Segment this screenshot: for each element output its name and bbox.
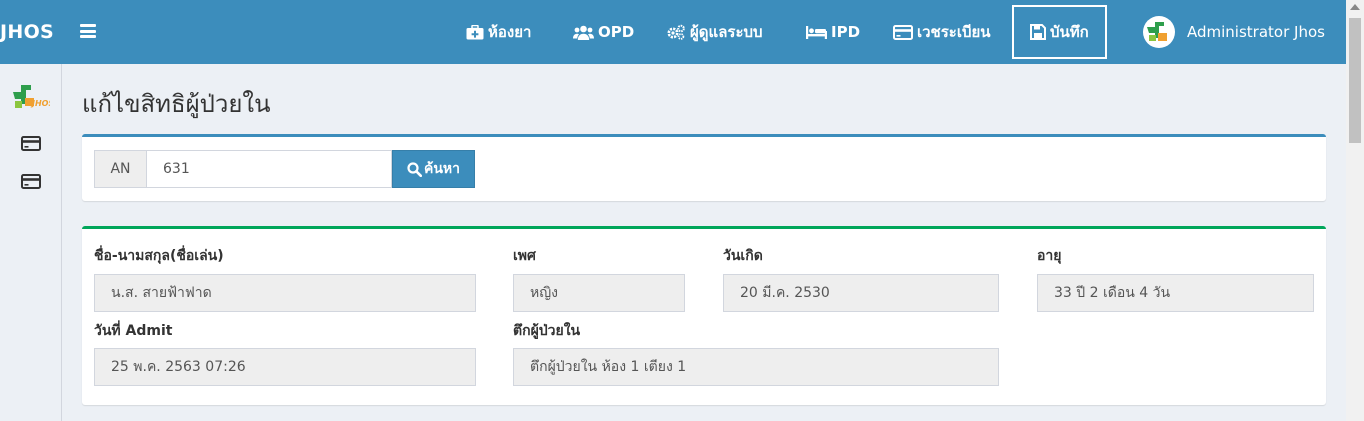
jhos-logo-icon: JHOS [13,85,54,108]
nav-ipd[interactable]: IPD [806,0,860,64]
scroll-up-icon[interactable] [1350,4,1360,10]
an-search-input[interactable] [147,150,392,188]
save-button[interactable]: บันทึก [1012,5,1107,59]
search-box: AN ค้นหา [82,134,1326,201]
nav-opd-label: OPD [598,23,635,41]
top-navbar: JHOS ห้องยา OPD ผู้ดูแลระบบ IPD เวชระเบี… [0,0,1346,64]
gender-label: เพศ [513,248,536,264]
an-search-group: AN ค้นหา [94,150,475,188]
users-icon [573,25,594,40]
age-label: อายุ [1037,248,1062,264]
sidebar-item-card-2[interactable] [21,174,41,193]
brand-logo[interactable]: JHOS [0,0,54,64]
user-name: Administrator Jhos [1187,23,1325,41]
page-title: แก้ไขสิทธิผู้ป่วยใน [82,90,271,118]
dob-label: วันเกิด [723,248,763,264]
cogs-icon [667,24,685,40]
gender-field: หญิง [513,274,685,312]
search-button[interactable]: ค้นหา [392,150,475,188]
nav-pharmacy[interactable]: ห้องยา [466,0,531,64]
search-icon [407,161,422,177]
search-button-label: ค้นหา [423,161,461,177]
an-addon-label: AN [94,150,147,188]
jhos-logo-icon [1147,22,1167,41]
admit-label: วันที่ Admit [94,323,173,339]
ward-label: ตึกผู้ป่วยใน [513,323,581,339]
menu-toggle-icon[interactable] [80,24,96,38]
patient-info-box: ชื่อ-นามสกุล(ชื่อเล่น) น.ส. สายฟ้าฟาด เพ… [82,226,1326,405]
mini-sidebar: JHOS [0,64,62,421]
user-menu[interactable]: Administrator Jhos [1143,0,1325,64]
name-field: น.ส. สายฟ้าฟาด [94,274,476,312]
nav-admin-label: ผู้ดูแลระบบ [690,23,763,41]
credit-card-icon [21,174,41,189]
nav-records-label: เวชระเบียน [917,23,991,41]
user-avatar [1143,16,1175,48]
nav-pharmacy-label: ห้องยา [488,23,532,41]
nav-records[interactable]: เวชระเบียน [893,0,991,64]
svg-text:JHOS: JHOS [30,99,50,108]
admit-field: 25 พ.ค. 2563 07:26 [94,348,476,386]
nav-ipd-label: IPD [831,23,861,41]
nav-admin[interactable]: ผู้ดูแลระบบ [666,0,763,64]
credit-card-icon [893,24,913,40]
ward-field: ตึกผู้ป่วยใน ห้อง 1 เตียง 1 [513,348,999,386]
sidebar-logo[interactable]: JHOS [12,82,54,116]
scroll-thumb[interactable] [1349,18,1361,143]
dob-field: 20 มี.ค. 2530 [723,274,999,312]
sidebar-item-card-1[interactable] [21,136,41,155]
age-field: 33 ปี 2 เดือน 4 วัน [1037,274,1314,312]
name-label: ชื่อ-นามสกุล(ชื่อเล่น) [94,248,224,264]
medkit-icon [466,24,484,39]
save-icon [1030,24,1046,40]
bed-icon [806,25,827,39]
save-button-label: บันทึก [1050,23,1089,41]
nav-opd[interactable]: OPD [573,0,634,64]
credit-card-icon [21,136,41,151]
page-scrollbar[interactable] [1346,0,1364,421]
